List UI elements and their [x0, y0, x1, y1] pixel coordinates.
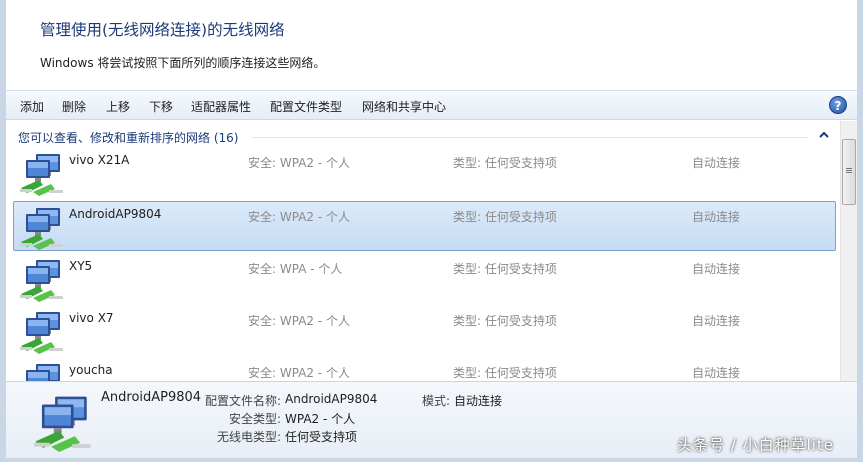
list-item-network-3[interactable]: vivo X7 安全: WPA2 - 个人 类型: 任何受支持项 自动连接 — [13, 305, 836, 355]
network-name: vivo X7 — [69, 311, 114, 325]
group-header: 您可以查看、修改和重新排序的网络 (16) — [18, 131, 239, 145]
network-type: 类型: 任何受支持项 — [453, 210, 557, 224]
network-security: 安全: WPA2 - 个人 — [248, 156, 350, 170]
toolbar: 添加 删除 上移 下移 适配器属性 配置文件类型 网络和共享中心 ? — [6, 90, 857, 120]
network-mode: 自动连接 — [692, 262, 741, 276]
network-mode: 自动连接 — [692, 314, 741, 328]
page-title: 管理使用(无线网络连接)的无线网络 — [40, 21, 285, 39]
chevron-up-icon[interactable] — [818, 130, 830, 140]
mode-label: 模式: — [422, 394, 451, 408]
remove-button[interactable]: 删除 — [62, 98, 86, 115]
wireless-network-monitor-icon — [19, 362, 65, 381]
list-item-network-1[interactable]: AndroidAP9804 安全: WPA2 - 个人 类型: 任何受支持项 自… — [13, 201, 836, 251]
page-subtitle: Windows 将尝试按照下面所列的顺序连接这些网络。 — [40, 56, 326, 70]
details-network-name: AndroidAP9804 — [101, 390, 202, 405]
radio-type-value: 任何受支持项 — [285, 430, 358, 444]
network-name: youcha — [69, 363, 113, 377]
vertical-scrollbar[interactable] — [840, 121, 857, 381]
adapter-properties-button[interactable]: 适配器属性 — [191, 98, 251, 115]
thumb-grip — [846, 168, 852, 169]
add-button[interactable]: 添加 — [20, 98, 44, 115]
profile-name-label: 配置文件名称: — [205, 394, 282, 408]
network-list: 您可以查看、修改和重新排序的网络 (16) vivo X21A 安全: WPA2… — [6, 121, 857, 381]
list-item-network-2[interactable]: XY5 安全: WPA - 个人 类型: 任何受支持项 自动连接 — [13, 253, 836, 303]
group-divider — [252, 137, 808, 138]
network-type: 类型: 任何受支持项 — [453, 366, 557, 380]
profile-name-value: AndroidAP9804 — [285, 392, 378, 406]
radio-type-label: 无线电类型: — [217, 430, 282, 444]
security-type-label: 安全类型: — [229, 412, 282, 426]
profile-types-button[interactable]: 配置文件类型 — [270, 98, 342, 115]
network-name: XY5 — [69, 259, 93, 273]
move-up-button[interactable]: 上移 — [106, 98, 130, 115]
network-mode: 自动连接 — [692, 156, 741, 170]
wireless-network-monitor-icon — [19, 152, 65, 196]
network-security: 安全: WPA2 - 个人 — [248, 210, 350, 224]
wireless-network-monitor-icon — [19, 258, 65, 302]
network-type: 类型: 任何受支持项 — [453, 156, 557, 170]
mode-value: 自动连接 — [454, 394, 503, 408]
scrollbar-thumb[interactable] — [842, 139, 856, 205]
network-security: 安全: WPA - 个人 — [248, 262, 343, 276]
network-mode: 自动连接 — [692, 366, 741, 380]
watermark: 头条号 / 小白种草lite — [677, 436, 835, 454]
network-sharing-center-button[interactable]: 网络和共享中心 — [362, 98, 446, 115]
list-item-network-0[interactable]: vivo X21A 安全: WPA2 - 个人 类型: 任何受支持项 自动连接 — [13, 147, 836, 197]
security-type-value: WPA2 - 个人 — [285, 412, 356, 426]
wireless-network-monitor-icon — [19, 310, 65, 354]
network-type: 类型: 任何受支持项 — [453, 262, 557, 276]
scroll-up-arrow[interactable] — [841, 121, 857, 138]
network-name: vivo X21A — [69, 153, 130, 167]
header: 管理使用(无线网络连接)的无线网络 Windows 将尝试按照下面所列的顺序连接… — [6, 0, 857, 90]
network-name: AndroidAP9804 — [69, 207, 162, 221]
network-type: 类型: 任何受支持项 — [453, 314, 557, 328]
move-down-button[interactable]: 下移 — [149, 98, 173, 115]
network-security: 安全: WPA2 - 个人 — [248, 366, 350, 380]
network-mode: 自动连接 — [692, 210, 741, 224]
network-security: 安全: WPA2 - 个人 — [248, 314, 350, 328]
help-icon[interactable]: ? — [829, 96, 847, 114]
wireless-network-monitor-icon — [19, 206, 65, 250]
wireless-network-monitor-icon — [32, 394, 94, 452]
list-item-network-4[interactable]: youcha 安全: WPA2 - 个人 类型: 任何受支持项 自动连接 — [13, 357, 836, 381]
